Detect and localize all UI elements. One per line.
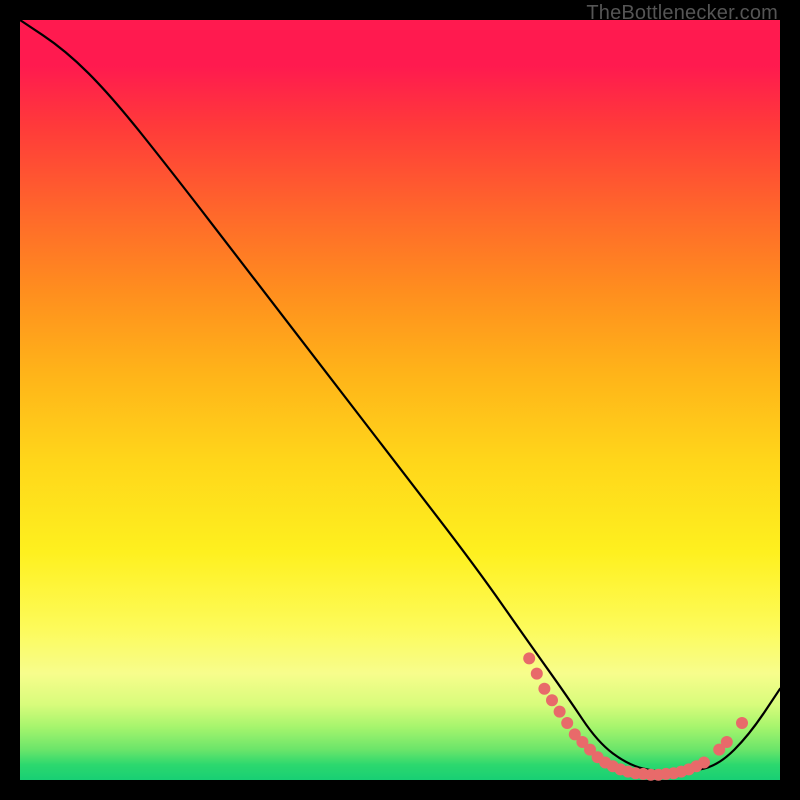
fit-point (523, 652, 535, 664)
fit-point (531, 668, 543, 680)
fit-point (538, 683, 550, 695)
fit-point (721, 736, 733, 748)
fit-point (546, 694, 558, 706)
fit-point (561, 717, 573, 729)
plot-area (20, 20, 780, 780)
fit-point (698, 757, 710, 769)
fit-points-group (523, 652, 748, 780)
chart-stage: TheBottleneсker.com (0, 0, 800, 800)
curve-layer (20, 20, 780, 780)
fit-point (736, 717, 748, 729)
bottleneck-curve (20, 20, 780, 772)
fit-point (554, 706, 566, 718)
